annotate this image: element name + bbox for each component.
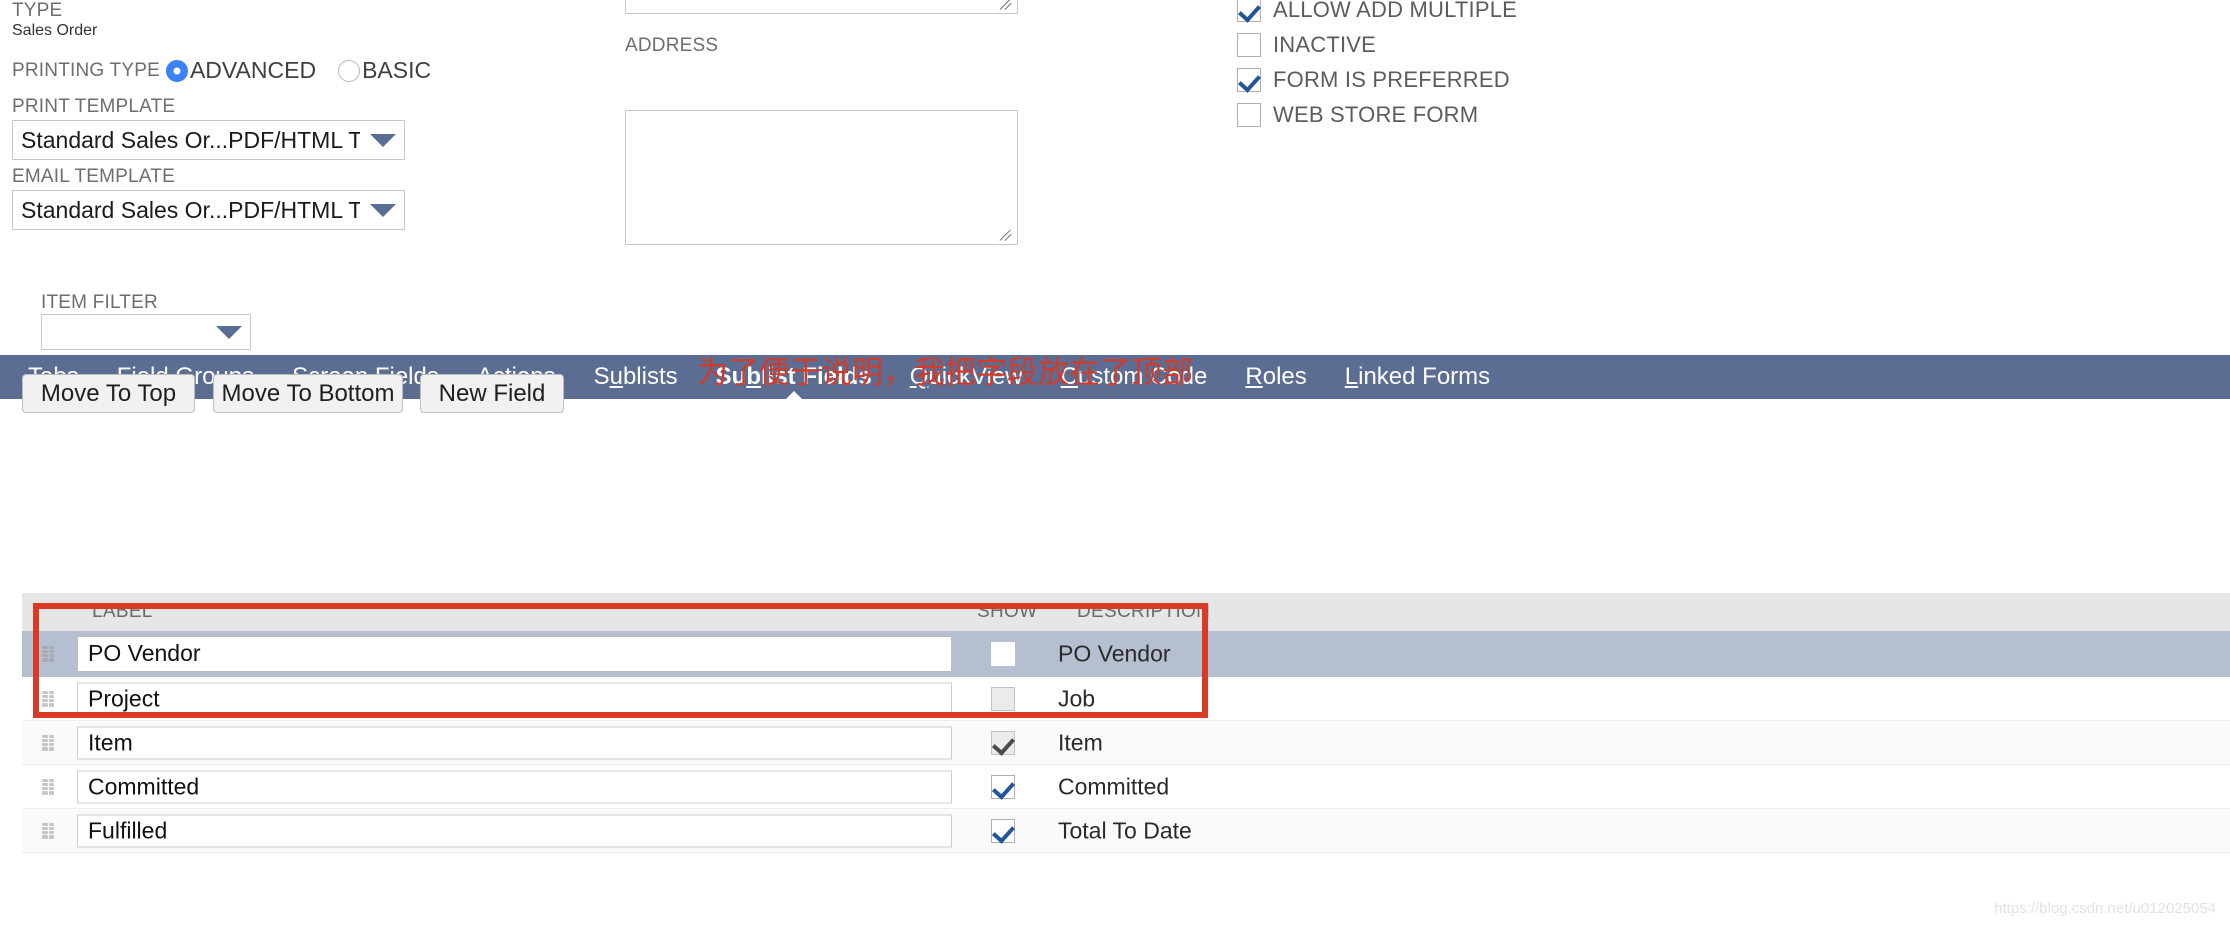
row-show-checkbox[interactable] xyxy=(991,730,1015,755)
row-description: Job xyxy=(1058,685,1096,711)
row-description: PO Vendor xyxy=(1058,640,1171,666)
column-header-label: LABEL xyxy=(92,601,153,622)
row-label-input[interactable]: Fulfilled xyxy=(77,814,952,847)
radio-advanced-label: ADVANCED xyxy=(189,57,317,83)
table-row[interactable]: Item Item xyxy=(22,721,2230,765)
drag-handle-icon[interactable] xyxy=(42,645,54,662)
form-is-preferred-checkbox[interactable] xyxy=(1237,67,1261,92)
annotation-text: 为了便于说明，我把字段放在了顶部 xyxy=(697,355,1193,391)
row-label-input[interactable]: Project xyxy=(77,682,952,715)
row-show-checkbox[interactable] xyxy=(991,686,1015,711)
table-row[interactable]: Project Job xyxy=(22,677,2230,721)
row-show-checkbox[interactable] xyxy=(991,818,1015,843)
row-label-input[interactable]: Committed xyxy=(77,770,952,803)
move-to-top-button[interactable]: Move To Top xyxy=(22,374,195,413)
inactive-checkbox[interactable] xyxy=(1237,32,1261,57)
printing-type-group: PRINTING TYPE ADVANCED BASIC xyxy=(12,57,431,84)
show-checkbox[interactable] xyxy=(991,774,1015,799)
allow-add-multiple-label: ALLOW ADD MULTIPLE xyxy=(1273,0,1518,22)
tab-sublists[interactable]: Sublists xyxy=(594,355,678,399)
printing-type-label: PRINTING TYPE xyxy=(12,59,160,81)
row-label-input[interactable]: PO Vendor xyxy=(77,635,952,672)
type-value: Sales Order xyxy=(12,22,98,39)
watermark: https://blog.csdn.net/u012025054 xyxy=(1994,900,2216,917)
column-header-show: SHOW xyxy=(977,601,1038,622)
row-description: Total To Date xyxy=(1058,817,1192,843)
row-show-checkbox[interactable] xyxy=(991,641,1015,666)
print-template-select[interactable]: Standard Sales Or...PDF/HTML Template xyxy=(12,120,405,160)
print-template-value: Standard Sales Or...PDF/HTML Template xyxy=(21,126,360,153)
table-row[interactable]: PO Vendor PO Vendor xyxy=(22,631,2230,677)
show-checkbox xyxy=(991,686,1015,711)
item-filter-label: ITEM FILTER xyxy=(41,292,158,313)
drag-handle-icon[interactable] xyxy=(42,778,54,795)
resize-handle-icon[interactable] xyxy=(999,227,1015,243)
email-template-value: Standard Sales Or...PDF/HTML Template xyxy=(21,196,360,223)
show-checkbox[interactable] xyxy=(991,641,1015,666)
checkbox-row-allow-add-multiple[interactable]: ALLOW ADD MULTIPLE xyxy=(1237,0,1517,27)
table-row[interactable]: Committed Committed xyxy=(22,765,2230,809)
row-description: Committed xyxy=(1058,773,1170,799)
form-options-checkbox-list: ALLOW ADD MULTIPLE INACTIVE FORM IS PREF… xyxy=(1237,0,1517,132)
move-to-bottom-button[interactable]: Move To Bottom xyxy=(213,374,403,413)
drag-handle-icon[interactable] xyxy=(42,690,54,707)
form-is-preferred-label: FORM IS PREFERRED xyxy=(1273,66,1510,92)
radio-advanced[interactable] xyxy=(165,59,188,82)
tab-roles[interactable]: Roles xyxy=(1245,355,1306,399)
checkbox-row-web-store-form[interactable]: WEB STORE FORM xyxy=(1237,97,1517,132)
grid-header-row: LABEL SHOW DESCRIPTION xyxy=(22,593,2230,631)
row-description: Item xyxy=(1058,729,1103,755)
show-checkbox[interactable] xyxy=(991,818,1015,843)
address-textarea[interactable] xyxy=(625,110,1018,245)
print-template-label: PRINT TEMPLATE xyxy=(12,96,176,117)
type-label: TYPE xyxy=(12,0,63,21)
show-checkbox xyxy=(991,730,1015,755)
web-store-form-checkbox[interactable] xyxy=(1237,102,1261,127)
web-store-form-label: WEB STORE FORM xyxy=(1273,101,1479,127)
address-label: ADDRESS xyxy=(625,35,719,56)
item-filter-select[interactable] xyxy=(41,314,251,350)
email-template-label: EMAIL TEMPLATE xyxy=(12,166,175,187)
tab-linked-forms[interactable]: Linked Forms xyxy=(1345,355,1490,399)
radio-basic[interactable] xyxy=(338,59,361,82)
new-field-button[interactable]: New Field xyxy=(420,374,564,413)
chevron-down-icon xyxy=(370,133,396,147)
row-show-checkbox[interactable] xyxy=(991,774,1015,799)
top-textarea[interactable] xyxy=(625,0,1018,14)
radio-basic-label: BASIC xyxy=(362,57,432,83)
chevron-down-icon xyxy=(370,203,396,217)
sublist-fields-grid: LABEL SHOW DESCRIPTION PO Vendor PO Vend… xyxy=(22,593,2230,853)
drag-handle-icon[interactable] xyxy=(42,822,54,839)
table-row[interactable]: Fulfilled Total To Date xyxy=(22,809,2230,853)
column-header-description: DESCRIPTION xyxy=(1077,601,1211,622)
checkbox-row-form-is-preferred[interactable]: FORM IS PREFERRED xyxy=(1237,62,1517,97)
email-template-select[interactable]: Standard Sales Or...PDF/HTML Template xyxy=(12,190,405,230)
chevron-down-icon xyxy=(216,325,242,339)
allow-add-multiple-checkbox[interactable] xyxy=(1237,0,1261,22)
row-label-input[interactable]: Item xyxy=(77,726,952,759)
resize-handle-icon[interactable] xyxy=(999,0,1015,12)
drag-handle-icon[interactable] xyxy=(42,734,54,751)
checkbox-row-inactive[interactable]: INACTIVE xyxy=(1237,27,1517,62)
inactive-label: INACTIVE xyxy=(1273,31,1377,57)
